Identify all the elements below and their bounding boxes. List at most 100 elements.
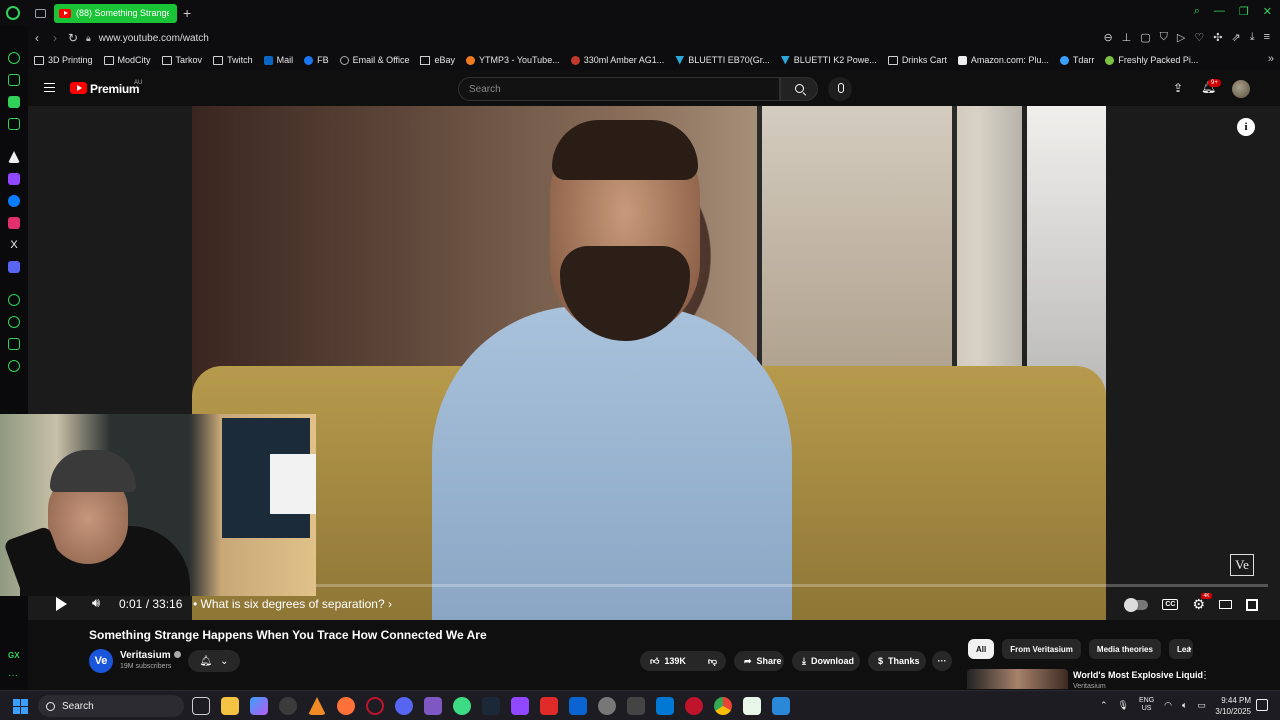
thanks-button[interactable]: $ Thanks [868, 651, 926, 671]
x-twitter-icon[interactable]: X [8, 239, 20, 251]
bookmark-fb[interactable]: FB [304, 55, 329, 65]
app-icon[interactable] [8, 151, 20, 163]
vpn-app-icon[interactable] [453, 697, 471, 715]
more-actions-icon[interactable]: ··· [932, 651, 952, 671]
downloads-icon[interactable]: ⤓ [1250, 31, 1255, 44]
opera-gx-icon[interactable] [366, 697, 384, 715]
bookmark-ebay[interactable]: eBay [420, 55, 455, 65]
discord-icon[interactable] [8, 261, 20, 273]
recommended-video-title[interactable]: World's Most Explosive Liquid [1073, 670, 1203, 680]
gx-logo-icon[interactable]: GX [8, 650, 20, 662]
extensions-icon[interactable] [8, 338, 20, 350]
bookmark-mail[interactable]: Mail [263, 55, 293, 65]
tab-switcher-icon[interactable] [35, 8, 46, 18]
windows-start-icon[interactable] [13, 699, 28, 714]
taskbar-search-input[interactable]: Search [38, 695, 184, 717]
instagram-icon[interactable] [8, 217, 20, 229]
outlook-icon[interactable] [569, 697, 587, 715]
chapter-title[interactable]: • What is six degrees of separation? › [193, 597, 392, 611]
snapshot-icon[interactable]: ▢ [1140, 31, 1150, 44]
bookmark-amber-bottle[interactable]: 330ml Amber AG1... [570, 55, 664, 65]
opera-gx-active-icon[interactable] [685, 697, 703, 715]
recommended-video-channel[interactable]: Veritasium [1073, 683, 1106, 690]
chips-next-arrow-icon[interactable]: › [1188, 643, 1192, 655]
taskbar-clock[interactable]: 9:44 PM 3/10/2025 [1207, 695, 1251, 717]
bookmark-3d-printing[interactable]: 3D Printing [34, 55, 93, 65]
url-field[interactable]: www.youtube.com/watch [99, 33, 209, 44]
channel-watermark[interactable]: Ve [1230, 554, 1254, 576]
youtube-logo-icon[interactable] [70, 82, 87, 94]
search-tabs-icon[interactable]: ⌕ [1194, 5, 1200, 18]
zoom-icon[interactable]: ⊖ [1103, 31, 1112, 44]
minimize-icon[interactable]: — [1214, 5, 1225, 18]
chip-media-theories[interactable]: Media theories [1088, 639, 1161, 659]
account-avatar[interactable] [1232, 80, 1250, 98]
copilot-icon[interactable] [250, 697, 268, 715]
tray-overflow-icon[interactable]: ⌃ [1100, 700, 1108, 711]
firefox-icon[interactable] [337, 697, 355, 715]
search-button[interactable] [780, 77, 818, 101]
history-icon[interactable] [8, 316, 20, 328]
reload-icon[interactable]: ↻ [64, 31, 82, 45]
fullscreen-icon[interactable] [1246, 598, 1258, 611]
video-info-icon[interactable]: i [1237, 118, 1255, 136]
bookmarks-overflow-icon[interactable]: » [1268, 53, 1274, 65]
back-icon[interactable]: ‹ [28, 31, 46, 45]
gx-corner-icon[interactable] [8, 118, 20, 130]
close-icon[interactable]: ✕ [1263, 5, 1272, 18]
video-popout-icon[interactable]: ▷ [1177, 31, 1185, 44]
microphone-tray-icon[interactable]: 🎙︎ [1118, 700, 1129, 711]
visual-studio-icon[interactable] [424, 697, 442, 715]
channel-name[interactable]: Veritasium [120, 650, 181, 661]
download-button[interactable]: ⤓ Download [792, 651, 860, 671]
more-icon[interactable]: ··· [8, 671, 20, 684]
voice-search-icon[interactable] [828, 77, 852, 101]
like-count[interactable]: 139K [664, 656, 686, 666]
subtitles-icon[interactable]: CC [1162, 599, 1179, 610]
chip-from-veritasium[interactable]: From Veritasium [1002, 639, 1081, 659]
notepad-icon[interactable] [743, 697, 761, 715]
forward-icon[interactable]: › [46, 31, 64, 45]
chip-all[interactable]: All [968, 639, 995, 659]
recommended-more-icon[interactable]: ⋮ [1200, 670, 1210, 681]
whatsapp-icon[interactable] [8, 96, 20, 108]
share-icon[interactable]: ⇗ [1231, 31, 1240, 44]
heart-icon[interactable]: ♡ [1194, 31, 1204, 44]
twitch-icon[interactable] [8, 173, 20, 185]
bookmark-email-office[interactable]: Email & Office [339, 55, 409, 65]
player-icon[interactable] [8, 294, 20, 306]
bookmark-tdarr[interactable]: Tdarr [1059, 55, 1094, 65]
hamburger-menu-icon[interactable] [44, 83, 55, 92]
task-view-icon[interactable] [192, 697, 210, 715]
bookmark-freshly-packed[interactable]: Freshly Packed Pi... [1105, 55, 1198, 65]
gx-control-icon[interactable] [8, 74, 20, 86]
new-tab-icon[interactable]: + [183, 5, 191, 21]
youtube-premium-label[interactable]: Premium [90, 82, 140, 96]
theater-mode-icon[interactable] [1219, 600, 1232, 609]
pin-icon[interactable]: ⊥ [1122, 31, 1132, 44]
share-button[interactable]: ➦ Share [734, 651, 784, 671]
messenger-icon[interactable] [8, 195, 20, 207]
vlc-icon[interactable] [308, 697, 326, 715]
recommended-video-thumbnail[interactable] [967, 669, 1068, 689]
terminal-icon[interactable] [656, 697, 674, 715]
speed-dial-icon[interactable] [8, 52, 20, 64]
bookmark-twitch[interactable]: Twitch [213, 55, 253, 65]
file-explorer-icon[interactable] [221, 697, 239, 715]
channel-avatar[interactable]: Ve [89, 649, 113, 673]
vpn-icon[interactable]: ⛉ [1160, 31, 1168, 44]
volume-icon[interactable]: 🔊︎ [92, 595, 100, 611]
dislike-icon[interactable]: 👎︎ [708, 656, 717, 667]
settings-icon[interactable]: ⚙︎ 4K [1192, 593, 1212, 613]
language-indicator[interactable]: ENG US [1139, 697, 1154, 713]
settings-gear-icon[interactable] [8, 360, 20, 372]
autoplay-toggle[interactable] [1124, 597, 1149, 612]
menu-icon[interactable]: ≡ [1264, 31, 1270, 44]
discord-icon[interactable] [395, 697, 413, 715]
battery-icon[interactable]: ▭ [1197, 700, 1206, 711]
speaker-icon[interactable]: 🔈︎ [1182, 700, 1187, 711]
twitch-icon[interactable] [511, 697, 529, 715]
wifi-icon[interactable]: ◠ [1164, 700, 1172, 711]
bookmark-tarkov[interactable]: Tarkov [161, 55, 202, 65]
obs-icon[interactable] [279, 697, 297, 715]
